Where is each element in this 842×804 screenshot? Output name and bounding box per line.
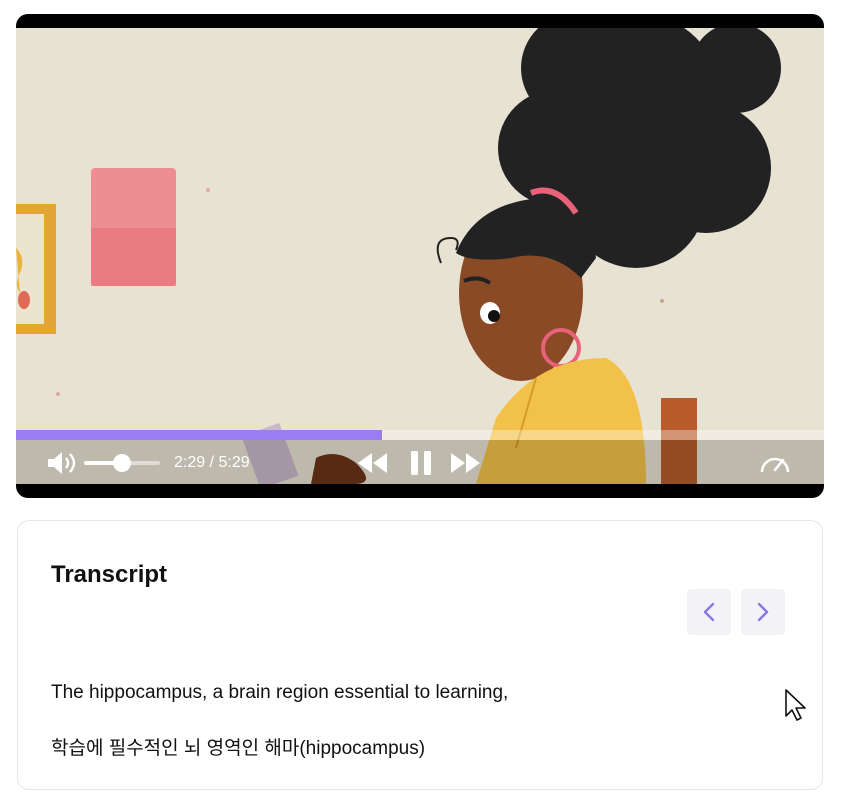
seek-progress [16,430,383,440]
chevron-right-icon [757,602,769,622]
transcript-line-korean[interactable]: 학습에 필수적인 뇌 영역인 해마(hippocampus) [51,733,425,760]
video-player[interactable]: 2:29 / 5:29 [16,14,824,498]
video-illustration [16,28,824,484]
pause-button[interactable] [406,448,436,478]
rewind-button[interactable] [356,450,390,476]
speedometer-icon [760,457,790,473]
mouse-cursor-icon [785,689,806,721]
transcript-line-english[interactable]: The hippocampus, a brain region essentia… [51,682,508,704]
video-frame[interactable] [16,28,824,484]
volume-icon[interactable] [46,450,80,476]
transcript-panel: Transcript The hippocampus, a brain regi… [17,520,823,790]
pause-icon [411,451,431,475]
transcript-title: Transcript [51,561,168,588]
rewind-icon [358,453,387,473]
playback-speed-button[interactable] [758,448,792,478]
previous-line-button[interactable] [687,589,731,635]
fast-forward-icon [451,453,480,473]
next-line-button[interactable] [741,589,785,635]
seek-bar[interactable] [16,430,824,440]
volume-handle[interactable] [113,454,131,472]
control-bar: 2:29 / 5:29 [16,440,824,484]
time-display: 2:29 / 5:29 [174,454,250,471]
fast-forward-button[interactable] [448,450,482,476]
volume-slider[interactable] [84,454,160,472]
chevron-left-icon [703,602,715,622]
